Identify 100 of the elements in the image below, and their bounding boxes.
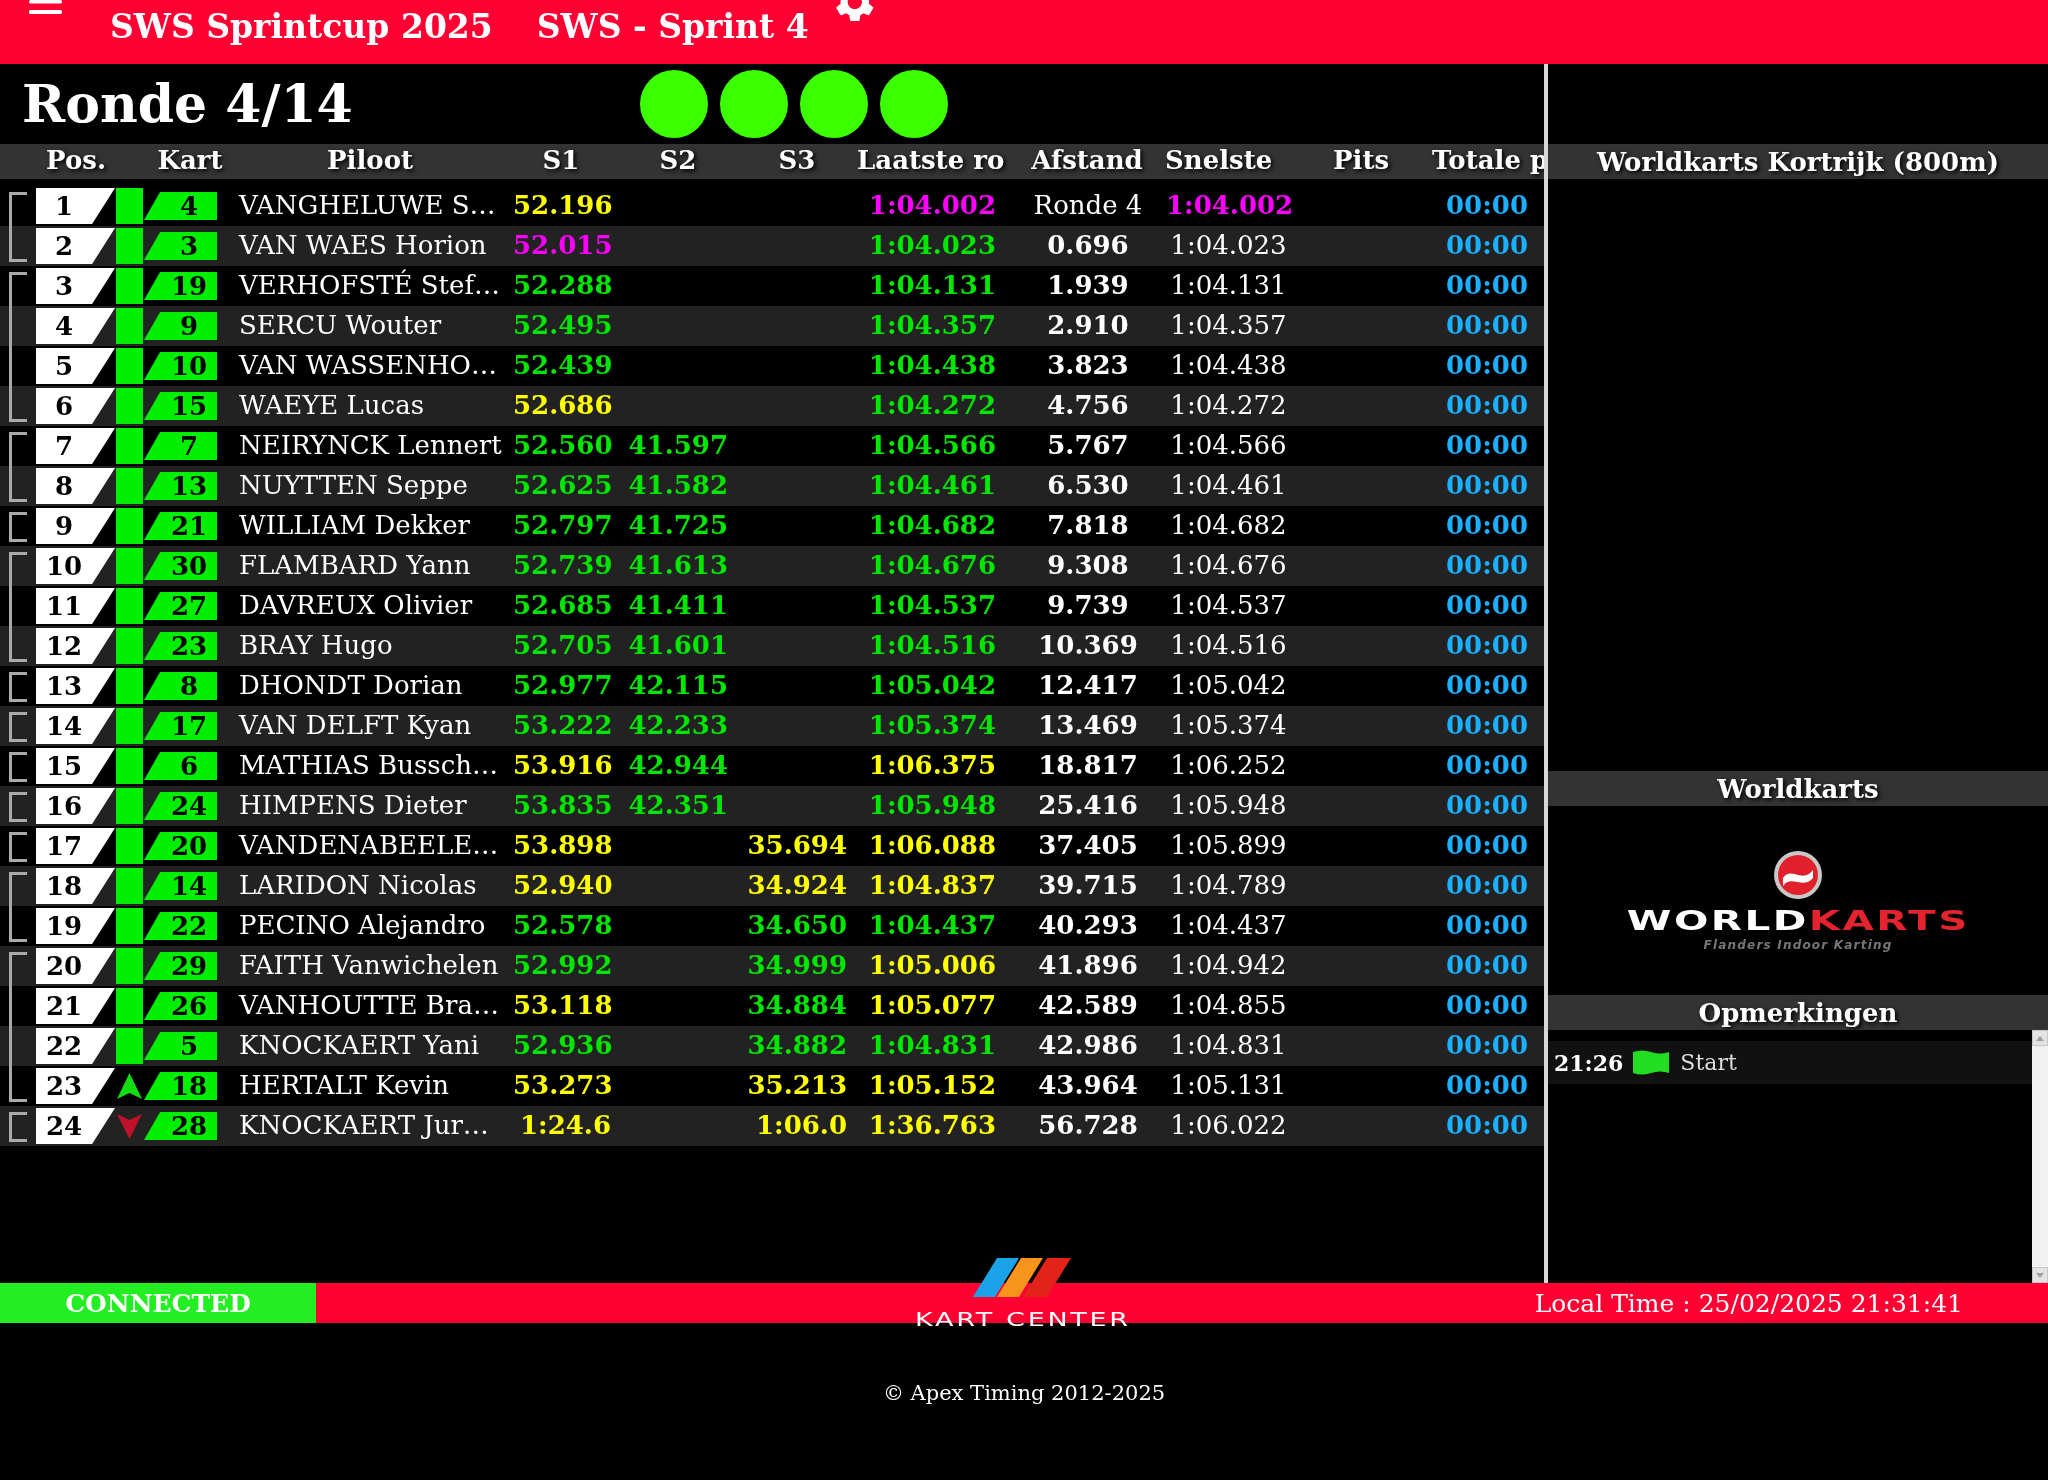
position-tag: 7 (36, 428, 115, 464)
best-lap-time: 1:04.682 (1170, 509, 1287, 540)
column-header[interactable]: Laatste ro (857, 145, 1005, 175)
gap-value: 42.986 (1038, 1029, 1138, 1060)
driver-name: HIMPENS Dieter (239, 789, 467, 820)
pit-time: 00:00 (1446, 469, 1528, 500)
sector-time: 34.884 (747, 989, 847, 1020)
pit-time: 00:00 (1446, 549, 1528, 580)
best-lap-time: 1:04.461 (1170, 469, 1287, 500)
lap-time: 1:04.837 (868, 869, 996, 900)
pit-time: 00:00 (1446, 349, 1528, 380)
sector-time: 52.495 (513, 309, 613, 340)
kart-number-tag: 26 (144, 992, 217, 1020)
pit-time: 00:00 (1446, 709, 1528, 740)
column-header[interactable]: Kart (157, 145, 223, 175)
best-lap-time: 1:04.002 (1166, 189, 1294, 220)
pit-time: 00:00 (1446, 509, 1528, 540)
settings-icon[interactable] (835, 0, 874, 21)
gap-value: 7.818 (1047, 509, 1129, 540)
lap-time: 1:05.152 (868, 1069, 996, 1100)
lap-time: 1:04.537 (868, 589, 996, 620)
column-header[interactable]: Pos. (46, 145, 106, 175)
position-tag: 17 (36, 828, 115, 864)
pit-time: 00:00 (1446, 309, 1528, 340)
position-tag: 14 (36, 708, 115, 744)
gap-value: 37.405 (1038, 829, 1138, 860)
lap-time: 1:04.831 (868, 1029, 996, 1060)
logo-wordmark: WORLD KARTS (1626, 906, 1970, 934)
sector-time: 41.601 (628, 629, 728, 660)
driver-name: KNOCKAERT Yani (239, 1029, 479, 1060)
kart-number-tag: 13 (144, 472, 217, 500)
gap-value: 10.369 (1038, 629, 1138, 660)
kart-number-tag: 8 (144, 672, 217, 700)
column-header[interactable]: Pits (1332, 145, 1390, 175)
local-time: Local Time : 25/02/2025 21:31:41 (1534, 1290, 1963, 1316)
scroll-down-button[interactable] (2032, 1267, 2048, 1283)
position-tag: 15 (36, 748, 115, 784)
sector-time: 52.705 (513, 629, 613, 660)
gap-value: 9.739 (1047, 589, 1129, 620)
menu-icon[interactable] (29, 0, 62, 14)
kart-number-tag: 21 (144, 512, 217, 540)
position-tag: 24 (36, 1108, 115, 1144)
kart-number-tag: 15 (144, 392, 217, 420)
pit-time: 00:00 (1446, 229, 1528, 260)
best-lap-time: 1:05.899 (1170, 829, 1287, 860)
gap-value: 3.823 (1047, 349, 1129, 380)
kart-number-tag: 17 (144, 712, 217, 740)
driver-name: WILLIAM Dekker (239, 509, 471, 540)
sector-time: 52.560 (513, 429, 613, 460)
logo-tagline: Flanders Indoor Karting (1703, 938, 1893, 951)
driver-name: HERTALT Kevin (239, 1069, 450, 1100)
best-lap-time: 1:05.948 (1170, 789, 1287, 820)
column-header[interactable]: Afstand (1031, 145, 1143, 175)
driver-name: SERCU Wouter (239, 309, 442, 340)
driver-name: NUYTTEN Seppe (239, 469, 468, 500)
kart-number-tag: 22 (144, 912, 217, 940)
sector-time: 41.582 (628, 469, 728, 500)
column-header[interactable]: S2 (659, 145, 697, 175)
column-header[interactable]: S1 (542, 145, 580, 175)
pit-time: 00:00 (1446, 429, 1528, 460)
lap-time: 1:04.357 (868, 309, 996, 340)
sector-time: 52.977 (513, 669, 613, 700)
position-tag: 19 (36, 908, 115, 944)
pit-time: 00:00 (1446, 629, 1528, 660)
gap-value: 12.417 (1038, 669, 1138, 700)
gap-value: 42.589 (1038, 989, 1138, 1020)
scrollbar[interactable] (2032, 1030, 2048, 1283)
lap-time: 1:04.682 (868, 509, 996, 540)
sector-time: 52.940 (513, 869, 613, 900)
lap-time: 1:04.676 (868, 549, 996, 580)
sector-time: 34.882 (747, 1029, 847, 1060)
lap-time: 1:04.516 (868, 629, 996, 660)
gap-value: 13.469 (1038, 709, 1138, 740)
position-tag: 5 (36, 348, 115, 384)
sector-time: 42.351 (628, 789, 728, 820)
sector-time: 53.273 (513, 1069, 613, 1100)
position-tag: 10 (36, 548, 115, 584)
pit-time: 00:00 (1446, 269, 1528, 300)
sector-time: 52.685 (513, 589, 613, 620)
sector-time: 35.694 (747, 829, 847, 860)
pit-time: 00:00 (1446, 1109, 1528, 1140)
sector-time: 52.686 (513, 389, 613, 420)
best-lap-time: 1:04.437 (1170, 909, 1287, 940)
column-header[interactable]: S3 (778, 145, 816, 175)
gap-value: 39.715 (1038, 869, 1138, 900)
gap-value: 56.728 (1038, 1109, 1138, 1140)
column-header[interactable]: Snelste (1165, 145, 1273, 175)
sector-time: 52.288 (513, 269, 613, 300)
best-lap-time: 1:04.516 (1170, 629, 1287, 660)
best-lap-time: 1:05.042 (1170, 669, 1287, 700)
panel-header: Worldkarts Kortrijk (800m) (1548, 144, 2048, 179)
scroll-up-button[interactable] (2032, 1030, 2048, 1046)
lap-time: 1:06.375 (868, 749, 996, 780)
kart-number-tag: 14 (144, 872, 217, 900)
driver-name: VAN DELFT Kyan (239, 709, 472, 740)
position-tag: 12 (36, 628, 115, 664)
gap-value: 4.756 (1047, 389, 1129, 420)
column-header[interactable]: Piloot (327, 145, 413, 175)
pit-time: 00:00 (1446, 189, 1528, 220)
best-lap-time: 1:04.023 (1170, 229, 1287, 260)
